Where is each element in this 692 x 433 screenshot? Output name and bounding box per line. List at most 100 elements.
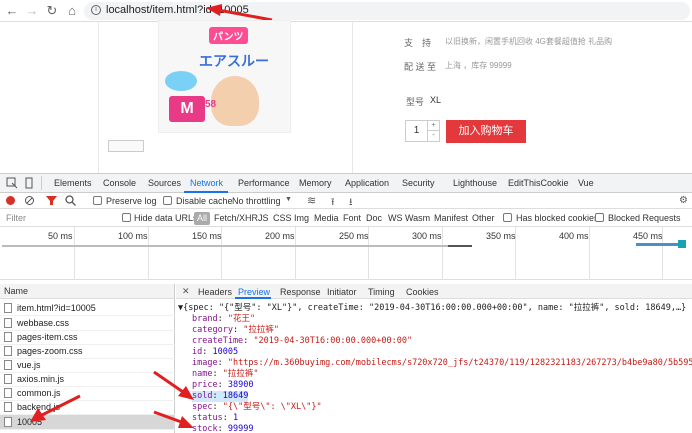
filter-type-fetch-xhr[interactable]: Fetch/XHR <box>214 213 258 223</box>
back-icon[interactable]: ← <box>4 3 20 19</box>
filter-type-media[interactable]: Media <box>314 213 339 223</box>
add-to-cart-button[interactable]: 加入购物车 <box>446 120 526 143</box>
clear-icon[interactable] <box>24 195 35 206</box>
tab-initiator[interactable]: Initiator <box>327 287 357 297</box>
divider <box>352 22 353 173</box>
tab-memory[interactable]: Memory <box>299 178 332 188</box>
file-icon <box>4 332 12 342</box>
filter-type-other[interactable]: Other <box>472 213 495 223</box>
json-field-brand: brand: "花王" <box>192 314 256 324</box>
json-field-spec: spec: "{\"型号\": \"XL\"}" <box>192 402 322 412</box>
name-header-label: Name <box>4 286 29 296</box>
hide-data-urls-checkbox[interactable] <box>122 213 131 222</box>
model-value[interactable]: XL <box>430 95 441 105</box>
tab-performance[interactable]: Performance <box>238 178 290 188</box>
increment-button[interactable]: + <box>428 121 439 131</box>
reload-icon[interactable]: ↻ <box>44 3 60 19</box>
tab-response[interactable]: Response <box>280 287 321 297</box>
divider <box>41 176 42 190</box>
timeline-tick: 200 ms <box>265 231 295 241</box>
timeline-gridline <box>74 227 75 280</box>
timeline-gridline <box>442 227 443 280</box>
filter-input[interactable]: Filter <box>6 213 26 223</box>
quantity-stepper[interactable]: + - <box>428 120 440 142</box>
json-field-price: price: 38900 <box>192 380 254 390</box>
filter-type-font[interactable]: Font <box>343 213 361 223</box>
ship-label: 配 送 至 <box>404 62 437 72</box>
timeline-tick: 100 ms <box>118 231 148 241</box>
filter-type-js[interactable]: JS <box>258 213 269 223</box>
close-icon[interactable]: ✕ <box>182 286 190 297</box>
chevron-down-icon[interactable]: ▼ <box>285 196 292 203</box>
search-icon[interactable] <box>65 195 76 206</box>
filter-type-doc[interactable]: Doc <box>366 213 382 223</box>
filter-type-img[interactable]: Img <box>294 213 309 223</box>
filter-type-css[interactable]: CSS <box>273 213 292 223</box>
tab-network[interactable]: Network <box>190 178 223 188</box>
tab-preview[interactable]: Preview <box>238 287 270 297</box>
tab-vue[interactable]: Vue <box>578 178 594 188</box>
tab-cookies[interactable]: Cookies <box>406 287 439 297</box>
request-row[interactable]: vue.js <box>0 358 175 373</box>
timeline-tick: 450 ms <box>633 231 663 241</box>
file-icon <box>4 417 12 427</box>
blocked-requests-checkbox[interactable] <box>595 213 604 222</box>
model-label: 型号 <box>406 97 425 107</box>
file-icon <box>4 388 12 398</box>
request-row[interactable]: pages-zoom.css <box>0 344 175 359</box>
inspect-icon[interactable] <box>6 177 18 189</box>
tab-lighthouse[interactable]: Lighthouse <box>453 178 497 188</box>
timeline-bar <box>636 243 680 246</box>
tab-elements[interactable]: Elements <box>54 178 92 188</box>
timeline-tick: 300 ms <box>412 231 442 241</box>
timeline-tick: 50 ms <box>48 231 73 241</box>
filter-type-all[interactable]: All <box>194 212 211 225</box>
tab-editthiscookie[interactable]: EditThisCookie <box>508 178 569 188</box>
json-field-status: status: 1 <box>192 413 239 423</box>
timeline-tick: 150 ms <box>192 231 222 241</box>
tab-timing[interactable]: Timing <box>368 287 395 297</box>
timeline-tick: 400 ms <box>559 231 589 241</box>
timeline-bar <box>678 240 686 248</box>
support-label: 支 持 <box>404 38 432 48</box>
tab-application[interactable]: Application <box>345 178 389 188</box>
name-column-header[interactable]: Name <box>0 284 175 299</box>
network-conditions-icon[interactable]: ≋ <box>307 194 316 207</box>
preserve-log-checkbox[interactable] <box>93 196 102 205</box>
filter-type-wasm[interactable]: Wasm <box>405 213 430 223</box>
thumbnail[interactable] <box>108 140 144 152</box>
filter-icon[interactable] <box>46 195 57 206</box>
json-summary-row[interactable]: ▼{spec: "{"型号": "XL"}", createTime: "201… <box>178 303 686 314</box>
settings-gear-icon[interactable]: ⚙ <box>679 195 688 206</box>
home-icon[interactable]: ⌂ <box>64 3 80 19</box>
annotation-arrow-sold <box>153 370 194 400</box>
tab-security[interactable]: Security <box>402 178 435 188</box>
decrement-button[interactable]: - <box>428 131 439 141</box>
quantity-input[interactable]: 1 <box>405 120 428 142</box>
request-row[interactable]: axios.min.js <box>0 372 175 387</box>
browser-toolbar: ← → ↻ ⌂ i localhost/item.html?id=10005 <box>0 0 692 22</box>
timeline-bar <box>448 245 472 247</box>
file-icon <box>4 346 12 356</box>
timeline-tick: 250 ms <box>339 231 369 241</box>
record-icon[interactable] <box>6 196 15 205</box>
request-row[interactable]: item.html?id=10005 <box>0 301 175 316</box>
request-row[interactable]: webbase.css <box>0 316 175 331</box>
throttling-select[interactable]: No throttling <box>232 196 281 206</box>
filter-type-ws[interactable]: WS <box>388 213 403 223</box>
device-toolbar-icon[interactable] <box>23 177 35 189</box>
product-image: パンツ エアスルー M 58 <box>158 20 291 133</box>
product-badge <box>165 71 197 91</box>
tab-sources[interactable]: Sources <box>148 178 181 188</box>
tab-console[interactable]: Console <box>103 178 136 188</box>
disable-cache-checkbox[interactable] <box>163 196 172 205</box>
forward-icon[interactable]: → <box>24 3 40 19</box>
json-field-id: id: 10005 <box>192 347 239 357</box>
blocked-requests-label: Blocked Requests <box>608 213 681 223</box>
filter-type-manifest[interactable]: Manifest <box>434 213 468 223</box>
ship-value: 上海 ，库存 99999 <box>445 61 512 70</box>
tab-headers[interactable]: Headers <box>198 287 232 297</box>
info-icon[interactable]: i <box>91 5 101 15</box>
has-blocked-cookies-checkbox[interactable] <box>503 213 512 222</box>
request-row[interactable]: pages-item.css <box>0 330 175 345</box>
